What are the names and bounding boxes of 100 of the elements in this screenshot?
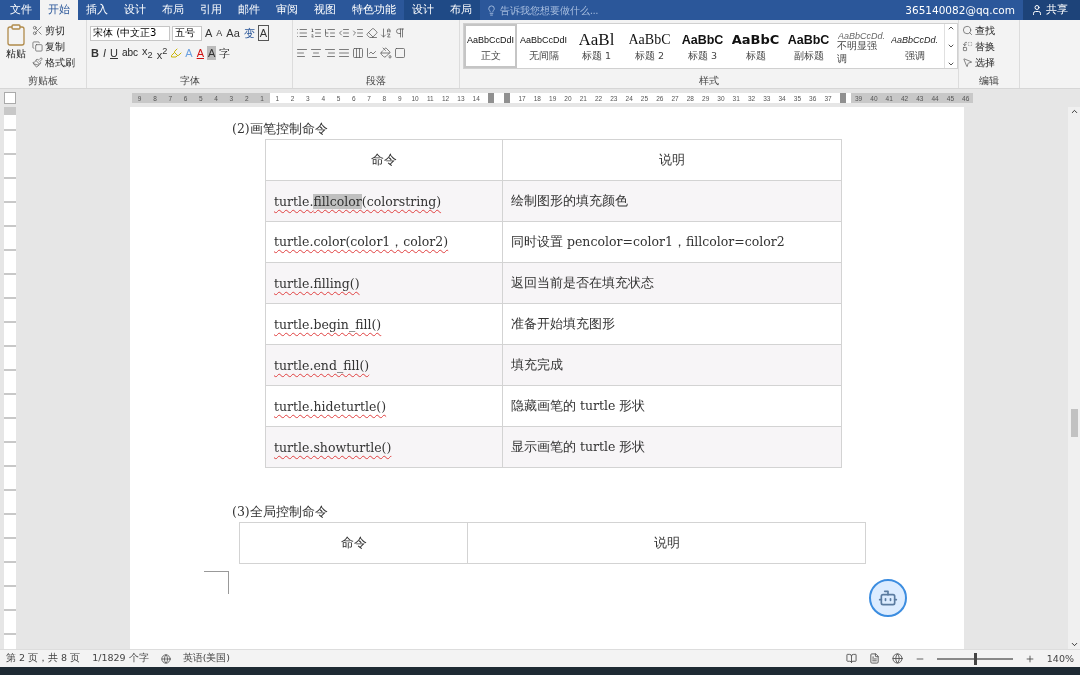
- ribbon-tab[interactable]: 引用: [192, 0, 230, 20]
- table-cell: 返回当前是否在填充状态: [503, 263, 842, 304]
- zoom-in-icon[interactable]: [1024, 653, 1035, 664]
- style-tile[interactable]: AaBbC 标题 3: [676, 24, 729, 68]
- style-tile[interactable]: AaBbC 副标题: [782, 24, 835, 68]
- paste-button[interactable]: 粘贴: [3, 23, 29, 74]
- highlighter-icon[interactable]: [170, 47, 183, 59]
- scroll-down-icon[interactable]: [1069, 640, 1079, 649]
- font-tool-button[interactable]: x$^{2}$: [155, 44, 169, 62]
- ribbon-tab[interactable]: 审阅: [268, 0, 306, 20]
- read-mode-icon[interactable]: [845, 653, 857, 664]
- font-tool-button[interactable]: A: [195, 46, 205, 60]
- font-tool-button[interactable]: A: [257, 25, 270, 41]
- table-cell: turtle.showturtle(): [266, 427, 503, 468]
- editing-button[interactable]: 替换: [962, 39, 995, 54]
- ribbon-tab[interactable]: 特色功能: [344, 0, 404, 20]
- font-tool-button[interactable]: U: [109, 46, 119, 60]
- ribbon-tab[interactable]: 视图: [306, 0, 344, 20]
- font-tool-button[interactable]: A: [215, 26, 224, 40]
- paint-bucket-icon[interactable]: [380, 47, 392, 59]
- clipboard-button[interactable]: 复制: [32, 39, 75, 54]
- clipboard-button[interactable]: 剪切: [32, 23, 75, 38]
- style-tile[interactable]: AaBbCcDdI 正文: [464, 24, 517, 68]
- font-tool-button[interactable]: 字: [218, 46, 232, 60]
- more-icon[interactable]: [947, 60, 955, 68]
- font-tool-button[interactable]: abc: [120, 46, 140, 60]
- search-icon: [962, 25, 973, 36]
- ribbon-tab[interactable]: 开始: [40, 0, 78, 20]
- table-cell: turtle.color(color1，color2): [266, 222, 503, 263]
- font-size-field[interactable]: 五号: [172, 25, 202, 41]
- numbered-list-icon[interactable]: [310, 27, 322, 39]
- assistant-avatar[interactable]: [869, 579, 907, 617]
- eraser-icon[interactable]: [366, 27, 378, 39]
- ribbon-tab[interactable]: 文件: [2, 0, 40, 20]
- font-name-field[interactable]: 宋体 (中文正3: [90, 25, 170, 41]
- table-cell: turtle.end_fill(): [266, 345, 503, 386]
- font-tool-button[interactable]: A: [206, 46, 217, 60]
- border-icon[interactable]: [394, 47, 406, 59]
- style-tile[interactable]: AaBbC 标题: [729, 24, 782, 68]
- tell-me-field[interactable]: 告诉我您想要做什么...: [500, 4, 660, 16]
- table-header-cell: 说明: [503, 140, 842, 181]
- font-tool-button[interactable]: A: [204, 26, 214, 40]
- ribbon-tab[interactable]: 插入: [78, 0, 116, 20]
- group-label: 段落: [365, 74, 387, 88]
- table-cell: 准备开始填充图形: [503, 304, 842, 345]
- clipboard-button[interactable]: 格式刷: [32, 55, 75, 70]
- table-cell: turtle.hideturtle(): [266, 386, 503, 427]
- font-tool-button[interactable]: 变: [242, 26, 256, 40]
- editing-button[interactable]: 选择: [962, 55, 995, 70]
- table-cell: turtle.begin_fill(): [266, 304, 503, 345]
- language-label[interactable]: 英语(美国): [182, 652, 231, 665]
- tab-selector[interactable]: [4, 92, 16, 104]
- print-layout-icon[interactable]: [868, 653, 880, 664]
- style-tile[interactable]: AaBbCcDd. 强调: [888, 24, 941, 68]
- table-cell: 填充完成: [503, 345, 842, 386]
- share-button[interactable]: 共享: [1023, 0, 1080, 20]
- bullet-list-icon[interactable]: [296, 27, 308, 39]
- pointer-icon: [962, 57, 973, 68]
- ribbon-tab[interactable]: 设计: [404, 0, 442, 20]
- align-right-icon[interactable]: [324, 47, 336, 59]
- increase-indent-icon[interactable]: [352, 27, 364, 39]
- sort-icon[interactable]: [380, 27, 392, 39]
- font-tool-button[interactable]: Aa: [225, 26, 241, 40]
- style-tile[interactable]: AaBbC 标题 2: [623, 24, 676, 68]
- table-header-cell: 命令: [240, 523, 468, 564]
- brush-icon: [32, 57, 43, 68]
- columns-icon[interactable]: [352, 47, 364, 59]
- pilcrow-icon[interactable]: [394, 27, 406, 39]
- justify-icon[interactable]: [338, 47, 350, 59]
- indent-marker[interactable]: [835, 93, 851, 103]
- scroll-thumb[interactable]: [1070, 409, 1078, 437]
- word-count[interactable]: 1/1829 个字: [92, 652, 149, 665]
- style-tile[interactable]: AaBl 标题 1: [570, 24, 623, 68]
- table-header-cell: 命令: [266, 140, 503, 181]
- font-tool-button[interactable]: x$_{2}$: [141, 43, 154, 63]
- section-heading: (2)画笔控制命令: [232, 121, 329, 138]
- ribbon-tab[interactable]: 设计: [116, 0, 154, 20]
- align-center-icon[interactable]: [310, 47, 322, 59]
- editing-button[interactable]: 查找: [962, 23, 995, 38]
- ribbon-tab[interactable]: 布局: [154, 0, 192, 20]
- scrollbar[interactable]: [1068, 107, 1080, 649]
- zoom-percent[interactable]: 140%: [1046, 653, 1074, 664]
- style-tile[interactable]: AaBbCcDd. 不明显强调: [835, 24, 888, 68]
- account-name[interactable]: 365140082@qq.com: [905, 0, 1023, 20]
- font-tool-button[interactable]: B: [90, 46, 100, 60]
- table-cell: turtle.filling(): [266, 263, 503, 304]
- ribbon-tab[interactable]: 布局: [442, 0, 480, 20]
- table-cell: 隐藏画笔的 turtle 形状: [503, 386, 842, 427]
- style-tile[interactable]: AaBbCcDdI 无间隔: [517, 24, 570, 68]
- ribbon-tab[interactable]: 邮件: [230, 0, 268, 20]
- web-layout-icon[interactable]: [891, 653, 903, 664]
- decrease-indent-icon[interactable]: [338, 27, 350, 39]
- scroll-down-icon[interactable]: [947, 42, 955, 50]
- group-label: 编辑: [978, 74, 1000, 88]
- align-left-icon[interactable]: [296, 47, 308, 59]
- font-tool-button[interactable]: I: [101, 46, 107, 60]
- scroll-up-icon[interactable]: [947, 24, 955, 32]
- multilevel-list-icon[interactable]: [324, 27, 336, 39]
- scroll-up-icon[interactable]: [1069, 107, 1079, 116]
- page-count[interactable]: 第 2 页，共 8 页: [6, 652, 81, 665]
